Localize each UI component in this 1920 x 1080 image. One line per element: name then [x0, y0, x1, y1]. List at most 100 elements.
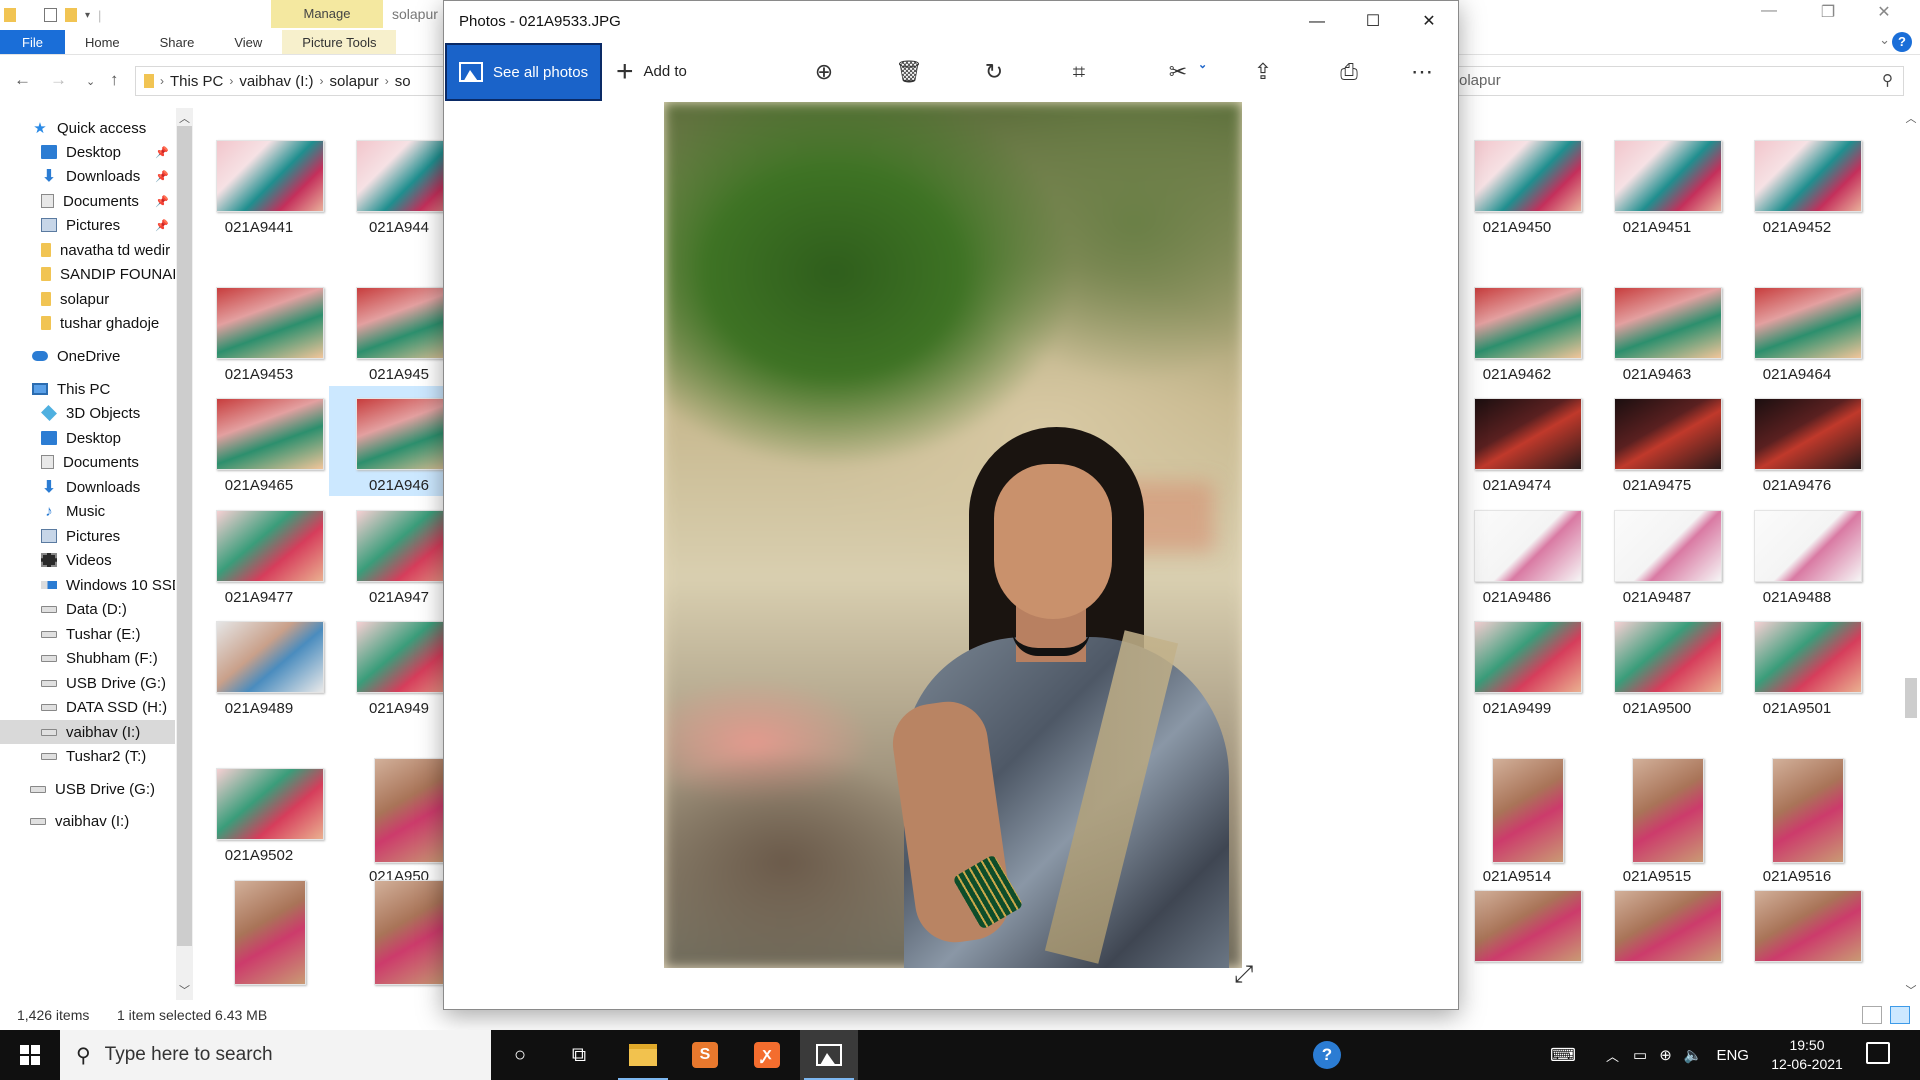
add-to-button[interactable]: + Add to [616, 43, 687, 100]
nav-item[interactable]: 3D Objects [0, 401, 175, 425]
nav-item[interactable]: ♪ Music [0, 499, 175, 523]
file-tile[interactable]: 021A9516 [1727, 756, 1867, 885]
photo-viewer-image[interactable] [664, 102, 1242, 968]
maximize-icon[interactable]: ☐ [1350, 7, 1396, 37]
nav-item[interactable]: Pictures 📌 [0, 213, 175, 237]
nav-item[interactable]: ★ Quick access [0, 116, 175, 140]
file-tile[interactable]: 021A9501 [1727, 609, 1867, 719]
file-tile[interactable]: 021A9488 [1727, 498, 1867, 608]
cortana-icon[interactable]: ○ [491, 1030, 549, 1080]
file-tile[interactable]: 021A9499 [1447, 609, 1587, 719]
delete-icon[interactable]: 🗑 [893, 56, 925, 88]
more-icon[interactable]: ⋯ [1406, 56, 1438, 88]
nav-item[interactable]: Desktop [0, 426, 175, 450]
nav-item[interactable]: This PC [0, 377, 175, 401]
forward-icon[interactable]: → [50, 70, 67, 90]
minimize-icon[interactable]: — [1747, 2, 1791, 20]
tab-home[interactable]: Home [65, 30, 140, 54]
chevron-down-icon[interactable]: ⌄ [1198, 58, 1207, 71]
file-tile[interactable]: 021A9463 [1587, 275, 1727, 385]
nav-item[interactable]: OneDrive [0, 344, 175, 368]
nav-item[interactable]: navatha td wedir [0, 238, 175, 262]
file-tile[interactable]: 021A9452 [1727, 128, 1867, 238]
chevron-down-icon[interactable]: ⌄ [1879, 32, 1890, 48]
xampp-taskbar-button[interactable]: ꭙ [738, 1030, 796, 1080]
help-icon[interactable]: ? [1892, 32, 1912, 52]
file-tile[interactable]: 021A9487 [1587, 498, 1727, 608]
manage-context-tab[interactable]: Manage [271, 0, 383, 28]
close-icon[interactable]: ✕ [1862, 2, 1906, 22]
file-tile[interactable]: 021A9489 [189, 609, 329, 719]
file-grid-scrollbar[interactable]: ︿ ﹀ [1902, 108, 1920, 1000]
file-tile[interactable]: 021A9486 [1447, 498, 1587, 608]
start-button[interactable] [0, 1030, 60, 1080]
nav-item[interactable]: Tushar (E:) [0, 622, 175, 646]
taskbar-search-box[interactable]: ⚲ Type here to search [60, 1030, 491, 1080]
network-icon[interactable]: ⊕ [1659, 1046, 1672, 1064]
nav-item[interactable]: Pictures [0, 524, 175, 548]
tab-share[interactable]: Share [140, 30, 215, 54]
print-icon[interactable]: ⎙ [1333, 56, 1365, 88]
details-view-icon[interactable] [1862, 1006, 1882, 1024]
help-taskbar-button[interactable]: ? [1298, 1030, 1356, 1080]
tab-file[interactable]: File [0, 30, 65, 54]
share-icon[interactable]: ⇪ [1247, 56, 1279, 88]
crop-icon[interactable]: ⌗ [1063, 56, 1095, 88]
file-tile[interactable]: 021A9515 [1587, 756, 1727, 885]
file-tile[interactable] [1587, 878, 1727, 988]
file-tile[interactable]: 021A9462 [1447, 275, 1587, 385]
address-bar[interactable]: › This PC › vaibhav (I:) › solapur › so [135, 66, 445, 96]
file-tile[interactable] [1727, 878, 1867, 988]
large-icons-view-icon[interactable] [1890, 1006, 1910, 1024]
clock[interactable]: 19:50 12-06-2021 [1762, 1036, 1852, 1074]
battery-icon[interactable]: ▭ [1633, 1046, 1647, 1064]
nav-item[interactable]: Documents 📌 [0, 189, 175, 213]
nav-item[interactable]: Shubham (F:) [0, 646, 175, 670]
photos-taskbar-button[interactable] [800, 1030, 858, 1080]
nav-item[interactable]: vaibhav (I:) [0, 720, 175, 744]
nav-item[interactable]: Tushar2 (T:) [0, 744, 175, 768]
nav-item[interactable]: ⬇ Downloads [0, 475, 175, 499]
scroll-down-icon[interactable]: ﹀ [1902, 982, 1920, 998]
recent-locations-icon[interactable]: ⌄ [86, 75, 95, 88]
keyboard-icon[interactable]: ⌨ [1550, 1045, 1576, 1066]
chevron-up-icon[interactable]: ︿ [1606, 1046, 1619, 1065]
file-tile[interactable]: 021A9500 [1587, 609, 1727, 719]
nav-item[interactable]: ⬇ Downloads 📌 [0, 164, 175, 188]
full-screen-icon[interactable]: ⤢ [1234, 961, 1253, 989]
back-icon[interactable]: ← [14, 70, 31, 90]
up-icon[interactable]: ↑ [110, 70, 119, 90]
breadcrumb-this-pc[interactable]: This PC [170, 73, 223, 90]
file-tile[interactable]: 021A9477 [189, 498, 329, 608]
file-tile[interactable]: 021A9450 [1447, 128, 1587, 238]
file-tile[interactable]: 021A9475 [1587, 386, 1727, 496]
restore-icon[interactable]: ❐ [1806, 2, 1850, 22]
file-tile[interactable]: 021A9441 [189, 128, 329, 238]
search-input[interactable]: olapur ⚲ [1440, 66, 1904, 96]
zoom-in-icon[interactable]: ⊕ [808, 56, 840, 88]
rotate-icon[interactable]: ↻ [978, 56, 1010, 88]
nav-item[interactable]: tushar ghadoje [0, 311, 175, 335]
properties-icon[interactable] [44, 8, 57, 22]
task-view-icon[interactable]: ⧉ [550, 1030, 608, 1080]
file-tile[interactable] [1447, 878, 1587, 988]
nav-item[interactable]: Windows 10 SSD [0, 573, 175, 597]
tab-picture-tools[interactable]: Picture Tools [282, 30, 397, 54]
notification-icon[interactable] [1866, 1042, 1890, 1064]
volume-icon[interactable]: 🔈 [1684, 1046, 1703, 1064]
file-tile[interactable]: 021A9451 [1587, 128, 1727, 238]
folder-icon[interactable] [4, 8, 16, 22]
new-folder-icon[interactable] [65, 8, 77, 22]
breadcrumb-drive[interactable]: vaibhav (I:) [239, 73, 313, 90]
file-tile[interactable]: 021A9464 [1727, 275, 1867, 385]
nav-item[interactable]: USB Drive (G:) [0, 777, 175, 801]
nav-item[interactable]: DATA SSD (H:) [0, 695, 175, 719]
language-indicator[interactable]: ENG [1716, 1047, 1749, 1064]
file-tile[interactable] [189, 878, 329, 988]
scroll-up-icon[interactable]: ︿ [1902, 110, 1920, 126]
nav-item[interactable]: vaibhav (I:) [0, 809, 175, 833]
see-all-photos-button[interactable]: See all photos [445, 43, 602, 101]
scroll-up-icon[interactable]: ︿ [176, 110, 193, 126]
file-tile[interactable]: 021A9465 [189, 386, 329, 496]
tab-view[interactable]: View [214, 30, 282, 54]
